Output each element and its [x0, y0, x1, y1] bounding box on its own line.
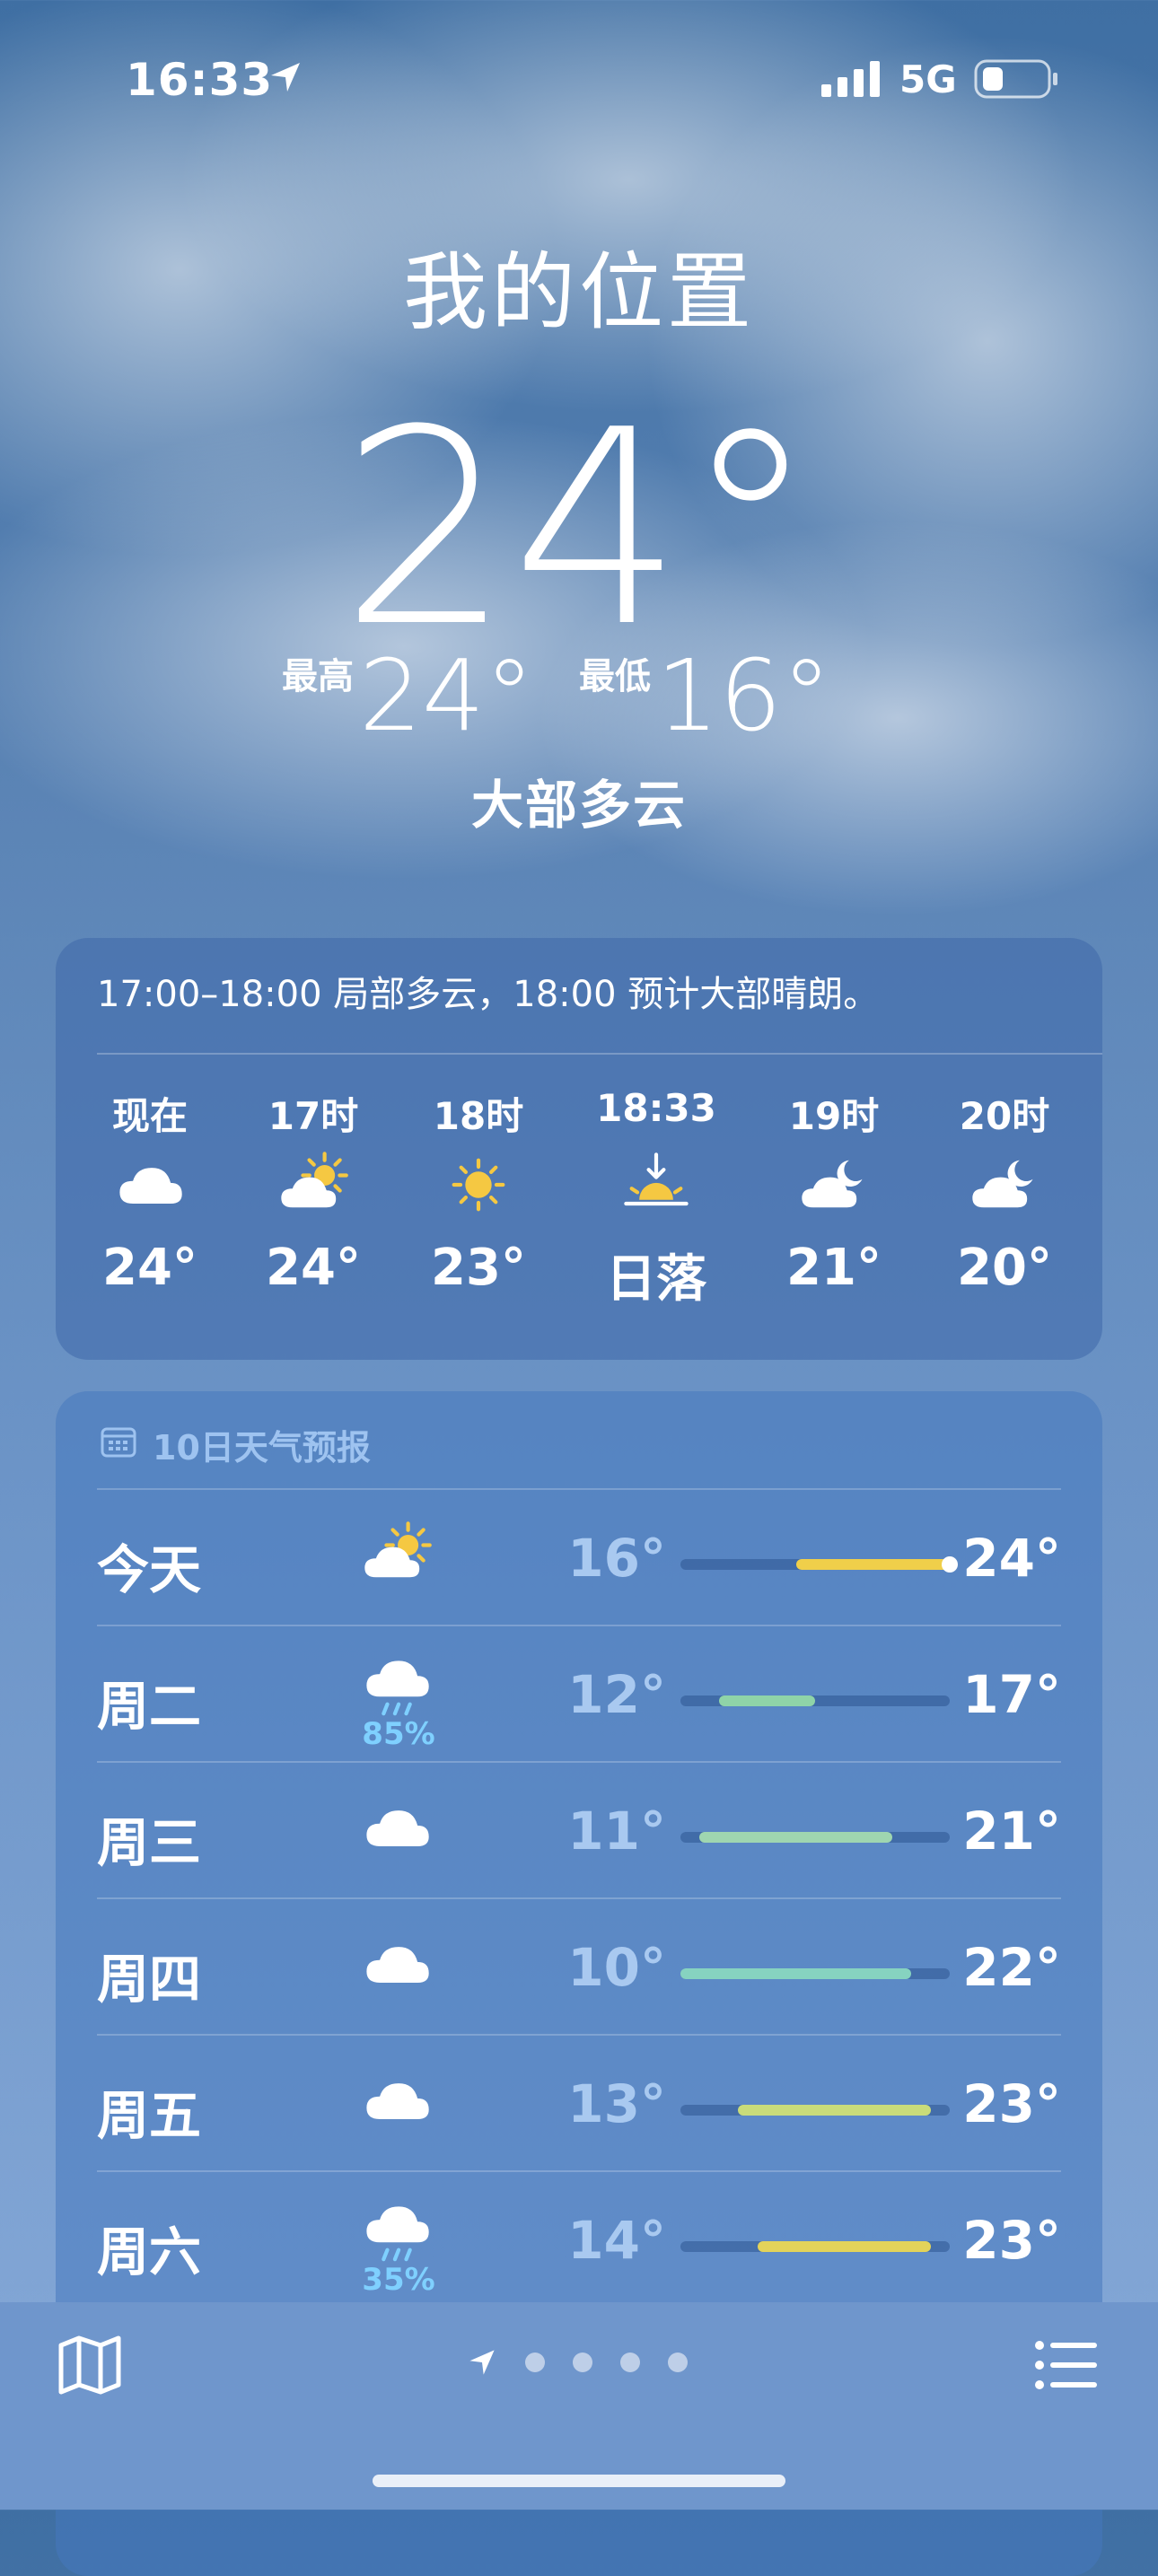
- temp-range-fill: [738, 2105, 931, 2116]
- location-arrow-icon: [271, 63, 300, 92]
- temp-range-fill: [699, 1832, 892, 1843]
- hourly-temp: 23°: [431, 1239, 526, 1297]
- hourly-divider: [97, 1053, 1102, 1055]
- high-temp: 23°: [962, 2210, 1061, 2271]
- temp-range-fill: [795, 1559, 950, 1570]
- low-temp: 14°: [567, 2210, 666, 2271]
- precip-chance: 85%: [362, 1716, 435, 1752]
- daily-row[interactable]: 周四 10° 22°: [56, 1899, 1102, 2036]
- hourly-forecast-card[interactable]: 17:00–18:00 局部多云，18:00 预计大部晴朗。 现在 24° 17时 2…: [56, 938, 1102, 1360]
- temp-range-bar: [680, 1556, 958, 1573]
- hourly-temp: 日落: [606, 1250, 706, 1309]
- temp-range-bar: [680, 1695, 950, 1706]
- map-icon[interactable]: [57, 2335, 122, 2396]
- temp-range-bar: [680, 1832, 950, 1843]
- low-temp: 16°: [656, 638, 831, 753]
- hourly-temp: 21°: [786, 1239, 882, 1297]
- daily-row[interactable]: 今天 16° 24°: [56, 1490, 1102, 1626]
- page-dot[interactable]: [620, 2353, 640, 2372]
- hourly-temp: 20°: [957, 1239, 1052, 1297]
- home-indicator[interactable]: [373, 2475, 785, 2487]
- hourly-item: 现在 24°: [74, 1086, 226, 1297]
- high-temp: 21°: [962, 1801, 1061, 1862]
- partly-cloudy-night-icon: [802, 1160, 863, 1208]
- high-temp: 22°: [962, 1937, 1061, 1998]
- high-label: 最高: [282, 656, 355, 697]
- current-location-page-icon[interactable]: [467, 2347, 497, 2378]
- partly-sunny-icon: [364, 1521, 432, 1578]
- low-temp: 13°: [567, 2073, 666, 2134]
- low-temp: 16°: [567, 1528, 666, 1589]
- sun-icon: [452, 1158, 505, 1212]
- status-time: 16:33: [126, 54, 274, 106]
- page-dot[interactable]: [668, 2353, 688, 2372]
- partly-cloudy-night-icon: [972, 1160, 1033, 1208]
- network-type: 5G: [899, 57, 957, 101]
- cloud-icon: [119, 1168, 182, 1204]
- condition-text: 大部多云: [470, 775, 687, 836]
- precip-chance: 35%: [362, 2262, 435, 2298]
- partly-sunny-icon: [281, 1152, 348, 1208]
- high-temp: 24°: [962, 1528, 1061, 1589]
- daily-row[interactable]: 周五 13° 23°: [56, 2036, 1102, 2172]
- sunset-icon: [624, 1152, 689, 1206]
- temp-range-bar: [680, 2241, 950, 2252]
- hourly-time-label: 20时: [959, 1094, 1050, 1138]
- hourly-time-label: 18:33: [596, 1086, 716, 1130]
- temp-range-fill: [718, 1695, 815, 1706]
- temp-range-fill: [757, 2241, 931, 2252]
- signal-bars-icon: [821, 61, 880, 97]
- daily-row[interactable]: 周三 11° 21°: [56, 1763, 1102, 1899]
- day-label: 今天: [97, 1539, 202, 1600]
- hourly-item: 17时 24°: [237, 1086, 390, 1297]
- day-label: 周三: [97, 1812, 202, 1873]
- hourly-time-label: 17时: [268, 1094, 359, 1138]
- hourly-item: 18时 23°: [402, 1086, 555, 1297]
- hourly-temp: 24°: [266, 1239, 361, 1297]
- calendar-icon: [101, 1427, 136, 1458]
- day-label: 周四: [97, 1949, 202, 2010]
- high-temp: 24°: [359, 638, 534, 753]
- hourly-time-label: 19时: [788, 1094, 880, 1138]
- low-temp: 12°: [567, 1664, 666, 1725]
- battery-icon: [974, 59, 1057, 99]
- cloud-icon: [366, 1810, 429, 1846]
- low-temp: 11°: [567, 1801, 666, 1862]
- high-temp: 17°: [962, 1664, 1061, 1725]
- location-title: 我的位置: [402, 244, 755, 342]
- day-label: 周二: [97, 1676, 202, 1737]
- daily-row[interactable]: 周六 35% 14° 23°: [56, 2172, 1102, 2309]
- hourly-temp: 24°: [102, 1239, 197, 1297]
- temp-range-fill: [680, 1968, 912, 1979]
- cloud-icon: [366, 1947, 429, 1983]
- daily-forecast-title: 10日天气预报: [153, 1428, 371, 1468]
- hourly-summary: 17:00–18:00 局部多云，18:00 预计大部晴朗。: [97, 974, 880, 1015]
- temp-range-bar: [680, 1968, 950, 1979]
- low-temp: 10°: [567, 1937, 666, 1998]
- cloud-icon: [366, 2083, 429, 2119]
- page-indicator[interactable]: [467, 2347, 688, 2378]
- day-label: 周五: [97, 2085, 202, 2146]
- hourly-item: 19时 21°: [758, 1086, 910, 1297]
- current-temperature: 24°: [340, 372, 818, 686]
- day-label: 周六: [97, 2221, 202, 2282]
- hourly-item: 20时 20°: [928, 1086, 1081, 1297]
- hourly-item: 18:33 日落: [580, 1086, 733, 1311]
- high-temp: 23°: [962, 2073, 1061, 2134]
- daily-row[interactable]: 周二 85% 12° 17°: [56, 1626, 1102, 1763]
- low-label: 最低: [579, 656, 651, 697]
- page-dot[interactable]: [525, 2353, 545, 2372]
- temp-range-bar: [680, 2105, 950, 2116]
- list-icon[interactable]: [1034, 2338, 1099, 2392]
- page-dot[interactable]: [573, 2353, 592, 2372]
- bottom-toolbar: [0, 2302, 1158, 2510]
- high-low-row: 最高24° 最低16°: [0, 646, 1158, 745]
- hourly-time-label: 18时: [433, 1094, 524, 1138]
- status-bar: 16:33 5G: [0, 0, 1158, 153]
- hourly-time-label: 现在: [111, 1094, 188, 1138]
